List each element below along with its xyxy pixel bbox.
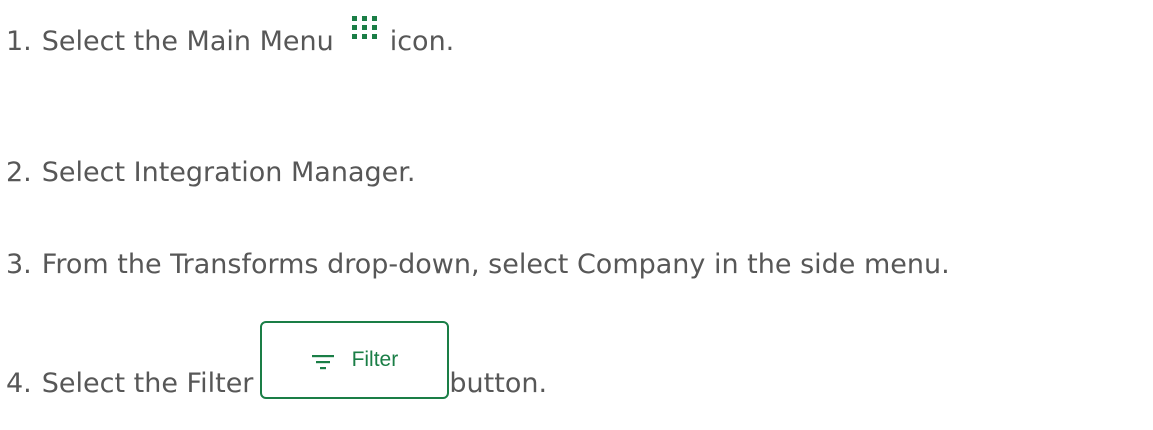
step-text-end: icon. — [389, 26, 455, 57]
step-text-end: button. — [449, 368, 548, 399]
step-text: Select the Filter — [41, 368, 254, 399]
step-1: 1. Select the Main Menu icon. — [6, 16, 455, 62]
step-4: 4. Select the Filter Filter button. — [6, 321, 548, 423]
step-2: 2. Select Integration Manager. — [6, 153, 415, 193]
step-number: 1. — [6, 26, 32, 57]
filter-button[interactable]: Filter — [260, 321, 450, 399]
step-text: From the Transforms drop-down, select Co… — [41, 249, 950, 280]
step-number: 2. — [6, 157, 32, 188]
step-number: 4. — [6, 368, 32, 399]
step-text: Select Integration Manager. — [41, 157, 416, 188]
filter-button-label: Filter — [351, 348, 399, 371]
main-menu-grid-icon — [344, 6, 386, 46]
step-text: Select the Main Menu — [41, 26, 334, 57]
step-number: 3. — [6, 249, 32, 280]
step-3: 3. From the Transforms drop-down, select… — [6, 245, 950, 285]
filter-lines-icon — [311, 352, 334, 370]
